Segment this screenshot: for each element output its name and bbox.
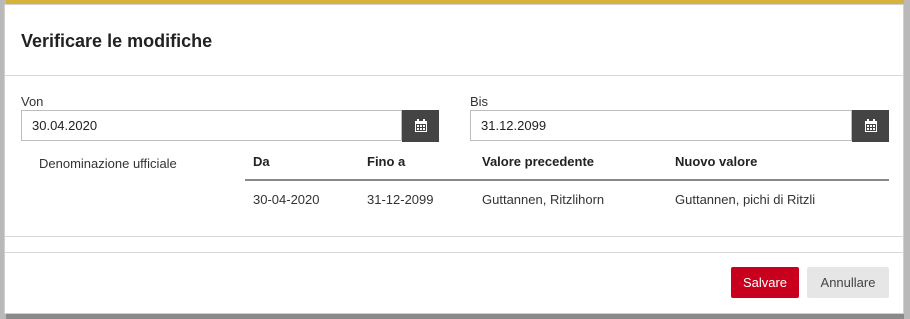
to-label: Bis bbox=[470, 94, 489, 109]
background-right-edge bbox=[904, 0, 910, 319]
content-divider bbox=[5, 236, 903, 237]
footer-divider bbox=[5, 252, 903, 253]
dialog-header: Verificare le modifiche bbox=[5, 5, 903, 76]
save-button[interactable]: Salvare bbox=[731, 267, 799, 298]
to-date-input[interactable] bbox=[470, 110, 852, 141]
to-calendar-button[interactable] bbox=[852, 110, 889, 142]
calendar-icon bbox=[414, 119, 427, 132]
verify-changes-dialog: Verificare le modifiche Von Bis bbox=[4, 4, 904, 314]
calendar-icon bbox=[864, 119, 877, 132]
cell-until: 31-12-2099 bbox=[367, 192, 434, 207]
cell-previous-value: Guttannen, Ritzlihorn bbox=[482, 192, 605, 207]
field-name-label: Denominazione ufficiale bbox=[39, 156, 177, 171]
dialog-title: Verificare le modifiche bbox=[21, 31, 213, 51]
column-header-previous-value: Valore precedente bbox=[482, 154, 594, 169]
table-header-divider bbox=[245, 179, 889, 181]
from-calendar-button[interactable] bbox=[402, 110, 439, 142]
cell-from: 30-04-2020 bbox=[253, 192, 320, 207]
column-header-from: Da bbox=[253, 154, 270, 169]
column-header-until: Fino a bbox=[367, 154, 406, 169]
cancel-button[interactable]: Annullare bbox=[807, 267, 889, 298]
from-date-input[interactable] bbox=[21, 110, 402, 141]
cell-new-value: Guttannen, pichi di Ritzli bbox=[675, 192, 816, 207]
from-label: Von bbox=[21, 94, 44, 109]
column-header-new-value: Nuovo valore bbox=[675, 154, 758, 169]
